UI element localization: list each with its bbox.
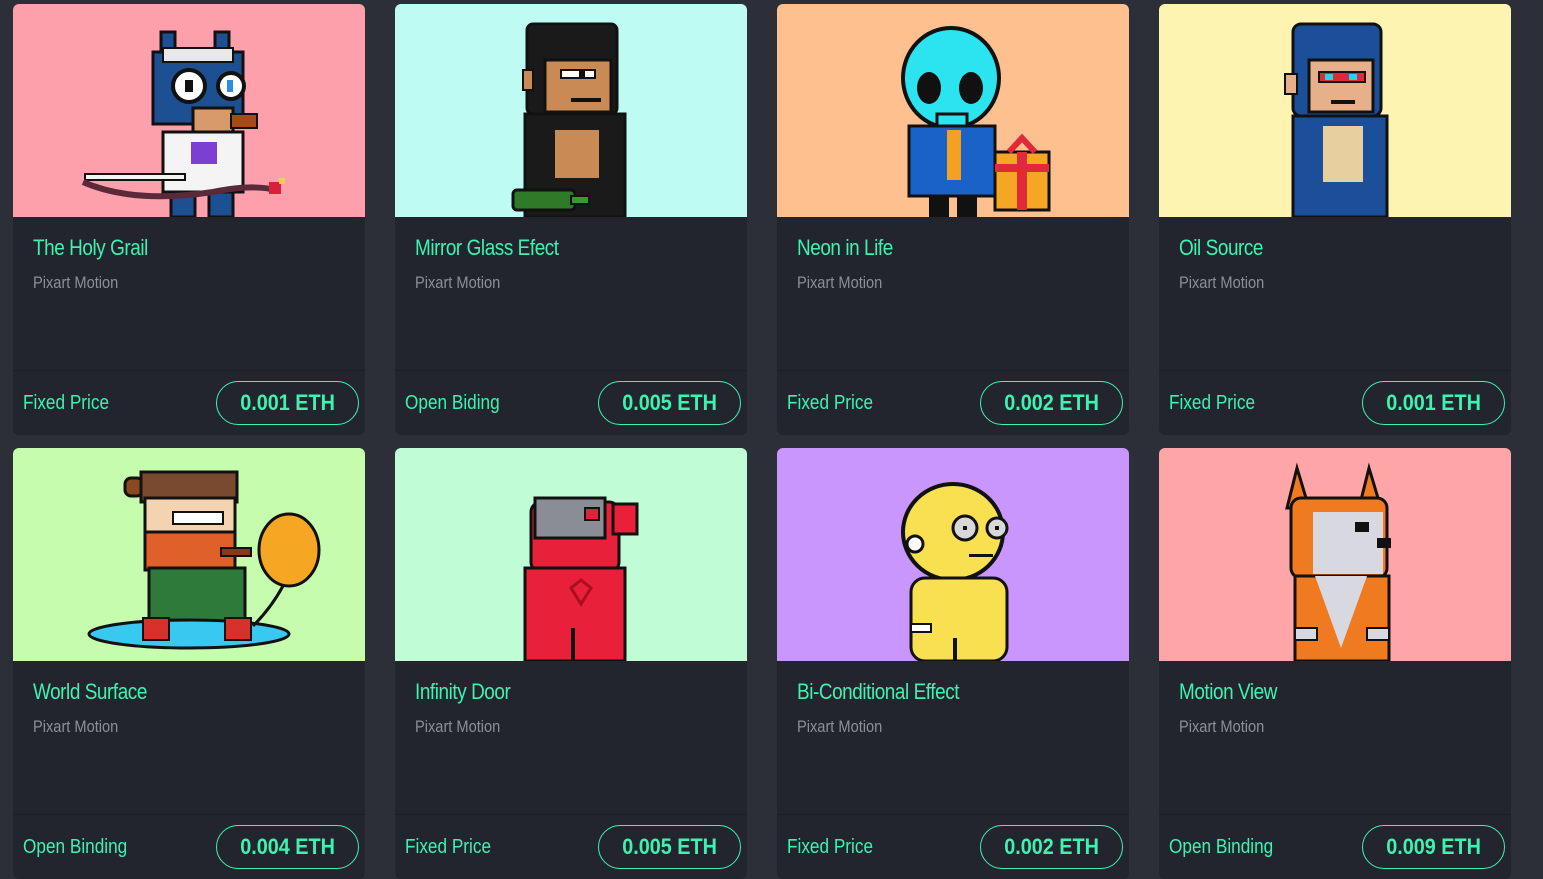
nft-info: Bi-Conditional Effect Pixart Motion: [777, 661, 1129, 815]
cyan-alien-gift-icon: [901, 26, 1051, 217]
price-button[interactable]: 0.002 ETH: [979, 381, 1123, 425]
nft-card[interactable]: Infinity Door Pixart Motion Fixed Price …: [395, 448, 747, 879]
nft-card[interactable]: Motion View Pixart Motion Open Binding 0…: [1159, 448, 1511, 879]
orange-fox-icon: [1285, 462, 1391, 661]
nft-title[interactable]: Oil Source: [1179, 235, 1447, 261]
sale-type-label: Fixed Price: [23, 391, 110, 414]
nft-artwork[interactable]: [1159, 448, 1511, 661]
blue-wolf-scientist-icon: [81, 30, 285, 217]
blue-ape-icon: [1284, 22, 1389, 217]
nft-info: Mirror Glass Efect Pixart Motion: [395, 217, 747, 371]
nft-footer: Fixed Price 0.001 ETH: [13, 371, 365, 435]
nft-creator[interactable]: Pixart Motion: [33, 273, 301, 293]
price-button[interactable]: 0.004 ETH: [215, 825, 359, 869]
nft-info: The Holy Grail Pixart Motion: [13, 217, 365, 371]
nft-title[interactable]: Neon in Life: [797, 235, 1065, 261]
nft-creator[interactable]: Pixart Motion: [797, 717, 1065, 737]
nft-artwork[interactable]: [395, 4, 747, 217]
nft-creator[interactable]: Pixart Motion: [33, 717, 301, 737]
nft-footer: Open Binding 0.004 ETH: [13, 815, 365, 879]
nft-card[interactable]: Mirror Glass Efect Pixart Motion Open Bi…: [395, 4, 747, 435]
price-value: 0.005 ETH: [622, 834, 717, 859]
sale-type-label: Open Binding: [1169, 835, 1274, 858]
price-value: 0.001 ETH: [240, 390, 335, 415]
nft-info: Oil Source Pixart Motion: [1159, 217, 1511, 371]
nft-footer: Fixed Price 0.001 ETH: [1159, 371, 1511, 435]
nft-info: Infinity Door Pixart Motion: [395, 661, 747, 815]
nft-card[interactable]: Oil Source Pixart Motion Fixed Price 0.0…: [1159, 4, 1511, 435]
nft-creator[interactable]: Pixart Motion: [1179, 273, 1447, 293]
price-button[interactable]: 0.005 ETH: [597, 825, 741, 869]
nft-title[interactable]: Mirror Glass Efect: [415, 235, 683, 261]
price-value: 0.002 ETH: [1004, 390, 1099, 415]
nft-title[interactable]: World Surface: [33, 679, 301, 705]
price-value: 0.002 ETH: [1004, 834, 1099, 859]
nft-artwork[interactable]: [777, 448, 1129, 661]
nft-info: Motion View Pixart Motion: [1159, 661, 1511, 815]
nft-title[interactable]: Motion View: [1179, 679, 1447, 705]
black-ape-icon: [511, 22, 627, 217]
nft-artwork[interactable]: [13, 448, 365, 661]
nft-creator[interactable]: Pixart Motion: [797, 273, 1065, 293]
sale-type-label: Open Binding: [23, 835, 128, 858]
nft-title[interactable]: Infinity Door: [415, 679, 683, 705]
sale-type-label: Fixed Price: [1169, 391, 1256, 414]
price-button[interactable]: 0.005 ETH: [597, 381, 741, 425]
price-button[interactable]: 0.002 ETH: [979, 825, 1123, 869]
price-value: 0.004 ETH: [240, 834, 335, 859]
sale-type-label: Fixed Price: [405, 835, 492, 858]
nft-title[interactable]: Bi-Conditional Effect: [797, 679, 1065, 705]
nft-card[interactable]: Bi-Conditional Effect Pixart Motion Fixe…: [777, 448, 1129, 879]
nft-card[interactable]: The Holy Grail Pixart Motion Fixed Price…: [13, 4, 365, 435]
nft-info: Neon in Life Pixart Motion: [777, 217, 1129, 371]
nft-footer: Fixed Price 0.002 ETH: [777, 815, 1129, 879]
yellow-figure-glasses-icon: [901, 482, 1009, 661]
sale-type-label: Fixed Price: [787, 835, 874, 858]
nft-artwork[interactable]: [777, 4, 1129, 217]
nft-artwork[interactable]: [1159, 4, 1511, 217]
nft-footer: Fixed Price 0.002 ETH: [777, 371, 1129, 435]
nft-info: World Surface Pixart Motion: [13, 661, 365, 815]
nft-footer: Open Binding 0.009 ETH: [1159, 815, 1511, 879]
nft-footer: Fixed Price 0.005 ETH: [395, 815, 747, 879]
bearded-man-balloon-icon: [87, 470, 321, 650]
nft-artwork[interactable]: [13, 4, 365, 217]
sale-type-label: Fixed Price: [787, 391, 874, 414]
nft-title[interactable]: The Holy Grail: [33, 235, 301, 261]
price-button[interactable]: 0.009 ETH: [1361, 825, 1505, 869]
sale-type-label: Open Biding: [405, 391, 500, 414]
nft-card[interactable]: Neon in Life Pixart Motion Fixed Price 0…: [777, 4, 1129, 435]
nft-footer: Open Biding 0.005 ETH: [395, 371, 747, 435]
nft-creator[interactable]: Pixart Motion: [415, 717, 683, 737]
price-button[interactable]: 0.001 ETH: [1361, 381, 1505, 425]
price-value: 0.005 ETH: [622, 390, 717, 415]
price-button[interactable]: 0.001 ETH: [215, 381, 359, 425]
nft-creator[interactable]: Pixart Motion: [1179, 717, 1447, 737]
red-bear-vr-icon: [523, 496, 639, 661]
price-value: 0.001 ETH: [1386, 390, 1481, 415]
nft-card-grid: The Holy Grail Pixart Motion Fixed Price…: [13, 4, 1511, 879]
nft-card[interactable]: World Surface Pixart Motion Open Binding…: [13, 448, 365, 879]
nft-artwork[interactable]: [395, 448, 747, 661]
nft-creator[interactable]: Pixart Motion: [415, 273, 683, 293]
price-value: 0.009 ETH: [1386, 834, 1481, 859]
